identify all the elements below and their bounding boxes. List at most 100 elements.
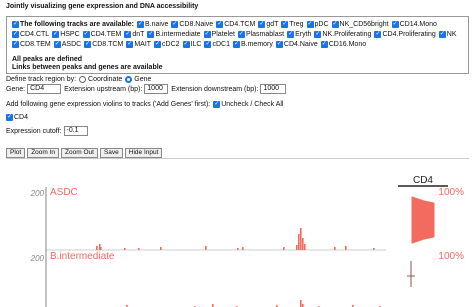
uncheck-all-label[interactable]: Uncheck / Check All [221, 101, 283, 108]
check-icon[interactable]: ✓ [314, 31, 322, 38]
track-checkbox[interactable]: ✓ CD8.TEM [12, 40, 51, 49]
gene-input[interactable]: CD4 [27, 84, 62, 94]
track-checkbox-label[interactable]: gdT [266, 20, 278, 29]
track-checkbox[interactable]: ✓ B.naive [136, 20, 168, 29]
check-icon[interactable]: ✓ [320, 41, 328, 48]
track-checkbox-label[interactable]: B.naive [145, 20, 168, 29]
check-icon[interactable]: ✓ [147, 31, 155, 38]
track-checkbox-label[interactable]: ASDC [62, 40, 81, 49]
zoom-out-button[interactable]: Zoom Out [61, 148, 98, 158]
track-checkbox-label[interactable]: NK [447, 30, 457, 39]
check-icon[interactable]: ✓ [124, 31, 132, 38]
cd4-checkbox[interactable]: ✓ [6, 114, 13, 121]
check-icon[interactable]: ✓ [374, 31, 382, 38]
upstream-input[interactable]: 1000 [144, 84, 169, 94]
check-icon[interactable]: ✓ [53, 41, 61, 48]
check-icon[interactable]: ✓ [82, 31, 90, 38]
track-checkbox-label[interactable]: CD4.TCM [224, 20, 255, 29]
track-checkbox[interactable]: ✓ B.memory [232, 40, 273, 49]
check-icon[interactable]: ✓ [203, 31, 211, 38]
track-checkbox-label[interactable]: CD4.Proliferating [382, 30, 435, 39]
check-icon[interactable]: ✓ [258, 21, 266, 28]
track-checkbox[interactable]: ✓ CD4.Proliferating [374, 30, 436, 39]
check-icon[interactable]: ✓ [126, 41, 134, 48]
track-checkbox[interactable]: ✓ CD8.Naive [171, 20, 213, 29]
radio-coordinate-label[interactable]: Coordinate [88, 76, 122, 83]
check-icon[interactable]: ✓ [232, 41, 240, 48]
check-icon[interactable]: ✓ [331, 21, 339, 28]
track-checkbox-label[interactable]: NK_CD56bright [340, 20, 389, 29]
check-icon[interactable]: ✓ [182, 41, 190, 48]
hide-input-button[interactable]: Hide Input [124, 148, 163, 158]
track-checkbox[interactable]: ✓ CD16.Mono [320, 40, 366, 49]
check-icon[interactable]: ✓ [12, 31, 19, 38]
check-icon[interactable]: ✓ [136, 21, 144, 28]
check-icon[interactable]: ✓ [306, 21, 314, 28]
track-checkbox-label[interactable]: CD8.Naive [179, 20, 213, 29]
track-checkbox-label[interactable]: cDC2 [162, 40, 180, 49]
track-checkbox-label[interactable]: Plasmablast [246, 30, 284, 39]
track-checkbox-label[interactable]: B.memory [241, 40, 273, 49]
cd4-checkbox-label[interactable]: CD4 [14, 114, 28, 121]
check-icon[interactable]: ✓ [438, 31, 446, 38]
track-checkbox[interactable]: ✓ dnT [124, 30, 144, 39]
track-checkbox[interactable]: ✓ NK_CD56bright [331, 20, 389, 29]
check-icon[interactable]: ✓ [12, 41, 19, 48]
check-icon[interactable]: ✓ [216, 21, 224, 28]
track-checkbox[interactable]: ✓ NK [438, 30, 457, 39]
track-checkbox-label[interactable]: HSPC [60, 30, 79, 39]
track-checkbox-label[interactable]: CD4.Naive [284, 40, 318, 49]
track-checkbox-label[interactable]: ILC [191, 40, 202, 49]
check-icon[interactable]: ✓ [12, 21, 19, 28]
track-checkbox[interactable]: ✓ ASDC [53, 40, 81, 49]
track-checkbox[interactable]: ✓ CD4.TCM [216, 20, 255, 29]
track-checkbox-label[interactable]: Treg [289, 20, 303, 29]
check-icon[interactable]: ✓ [281, 21, 289, 28]
track-checkbox[interactable]: ✓ B.intermediate [147, 30, 201, 39]
track-checkbox[interactable]: ✓ CD4.TEM [82, 30, 122, 39]
uncheck-all-checkbox[interactable]: ✓ [213, 101, 221, 108]
track-checkbox[interactable]: ✓ pDC [306, 20, 329, 29]
radio-gene[interactable] [125, 76, 133, 83]
track-checkbox-label[interactable]: MAIT [134, 40, 151, 49]
track-checkbox-label[interactable]: CD8.TCM [92, 40, 123, 49]
check-icon[interactable]: ✓ [275, 41, 283, 48]
track-checkbox[interactable]: ✓ Platelet [203, 30, 235, 39]
track-checkbox[interactable]: ✓ cDC2 [154, 40, 180, 49]
track-checkbox[interactable]: ✓ CD4.Naive [275, 40, 318, 49]
plot-button[interactable]: Plot [6, 148, 26, 158]
track-checkbox[interactable]: ✓ Eryth [287, 30, 311, 39]
track-checkbox-label[interactable]: CD4.TEM [91, 30, 122, 39]
track-checkbox-label[interactable]: CD4.CTL [20, 30, 49, 39]
track-checkbox-label[interactable]: pDC [315, 20, 329, 29]
track-checkbox[interactable]: ✓ CD4.CTL [12, 30, 49, 39]
check-icon[interactable]: ✓ [154, 41, 162, 48]
track-checkbox-label[interactable]: Platelet [212, 30, 235, 39]
track-checkbox[interactable]: ✓ Treg [281, 20, 304, 29]
track-checkbox[interactable]: ✓ gdT [258, 20, 278, 29]
track-checkbox-label[interactable]: cDC1 [212, 40, 230, 49]
radio-coordinate[interactable] [79, 76, 87, 83]
downstream-input[interactable]: 1000 [260, 84, 287, 94]
track-checkbox[interactable]: ✓ HSPC [52, 30, 80, 39]
track-checkbox-label[interactable]: CD16.Mono [329, 40, 366, 49]
track-checkbox[interactable]: ✓ CD8.TCM [84, 40, 123, 49]
track-checkbox[interactable]: ✓ CD14.Mono [391, 20, 437, 29]
check-icon[interactable]: ✓ [237, 31, 245, 38]
track-checkbox-label[interactable]: dnT [132, 30, 144, 39]
track-checkbox[interactable]: ✓ Plasmablast [237, 30, 284, 39]
check-icon[interactable]: ✓ [84, 41, 92, 48]
zoom-in-button[interactable]: Zoom In [27, 148, 60, 158]
track-checkbox[interactable]: ✓ NK.Proliferating [314, 30, 371, 39]
track-checkbox-label[interactable]: Eryth [295, 30, 311, 39]
track-checkbox-label[interactable]: NK.Proliferating [322, 30, 371, 39]
check-icon[interactable]: ✓ [391, 21, 399, 28]
track-checkbox-label[interactable]: CD14.Mono [400, 20, 437, 29]
save-button[interactable]: Save [99, 148, 123, 158]
track-checkbox[interactable]: ✓ MAIT [126, 40, 151, 49]
track-checkbox[interactable]: ✓ cDC1 [204, 40, 230, 49]
check-icon[interactable]: ✓ [171, 21, 179, 28]
cutoff-input[interactable]: -0.1 [63, 126, 88, 136]
radio-gene-label[interactable]: Gene [134, 76, 151, 83]
track-checkbox-label[interactable]: B.intermediate [155, 30, 200, 39]
